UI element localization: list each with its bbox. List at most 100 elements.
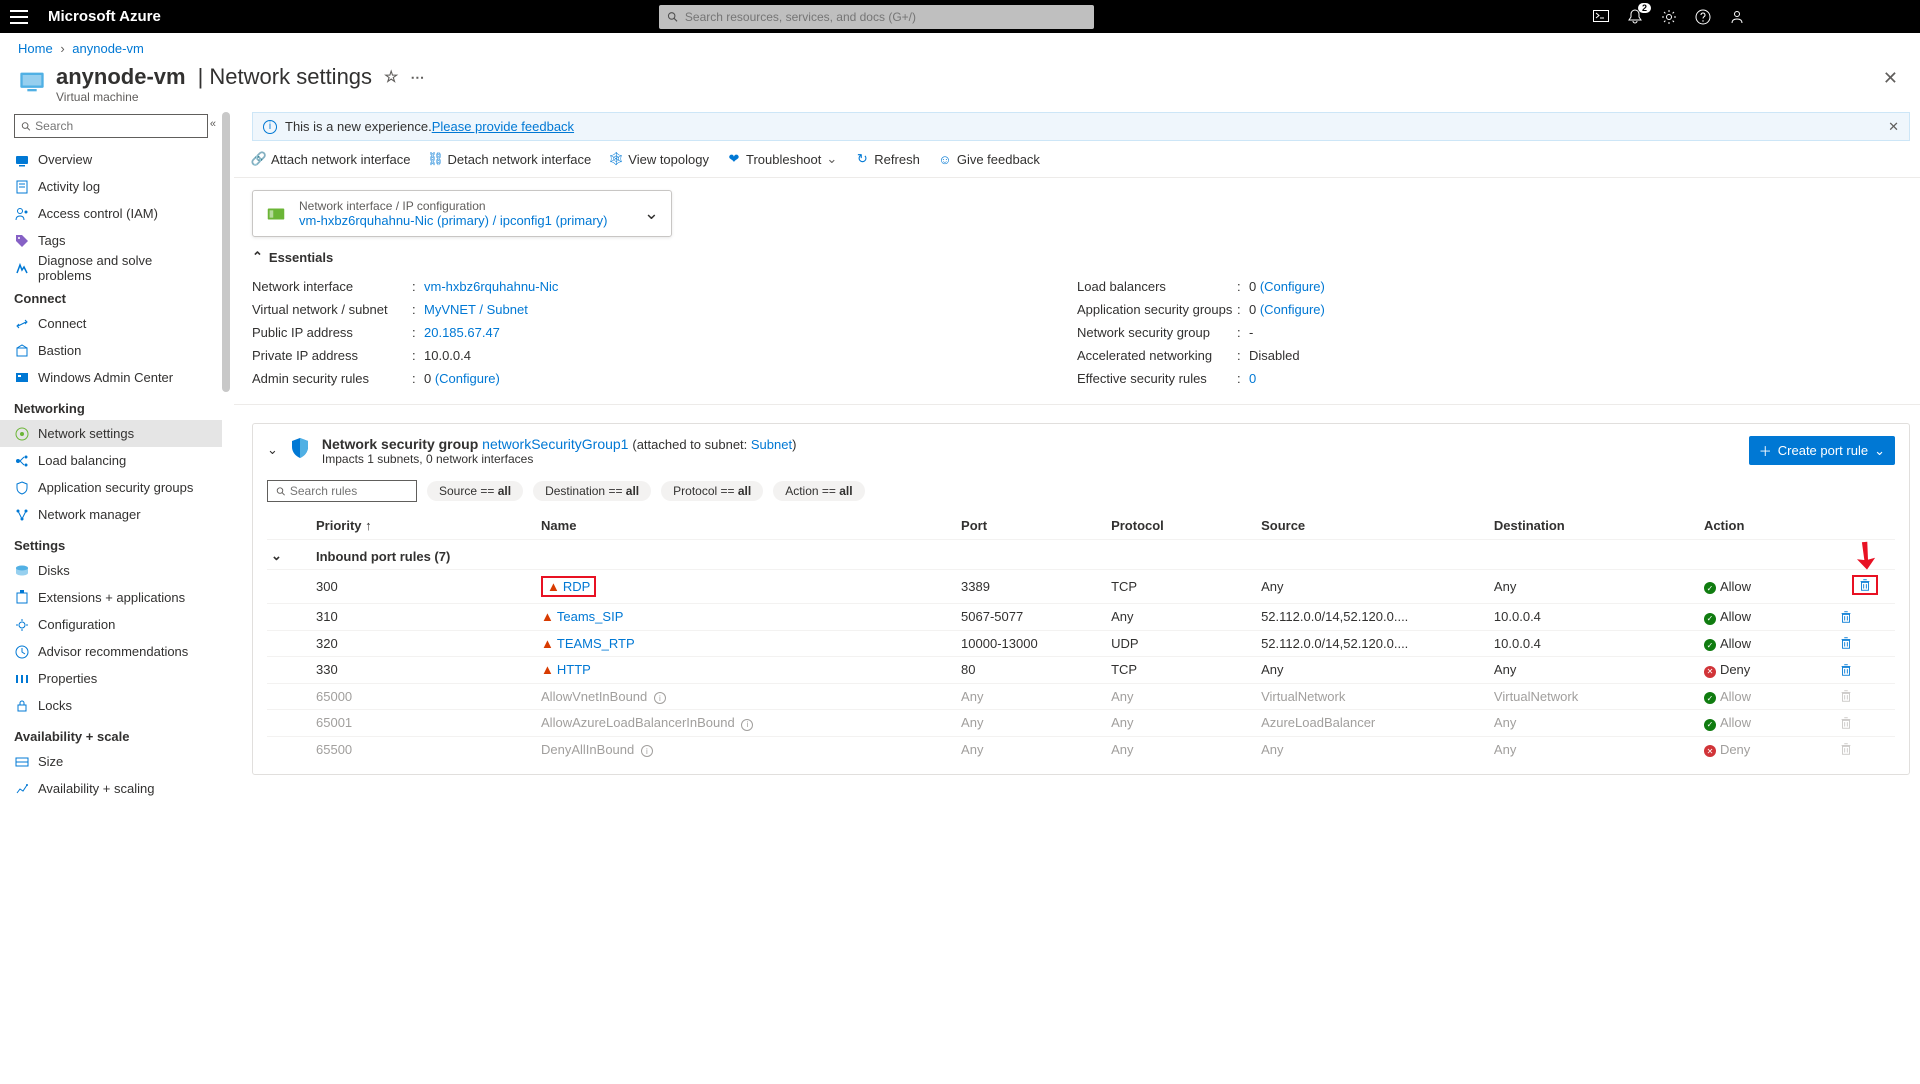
breadcrumb-resource[interactable]: anynode-vm bbox=[72, 41, 144, 56]
filter-destination[interactable]: Destination == all bbox=[533, 481, 651, 501]
inbound-section-header[interactable]: ⌄ Inbound port rules (7) bbox=[267, 540, 1895, 570]
configure-link[interactable]: (Configure) bbox=[435, 371, 500, 386]
collapse-sidebar-icon[interactable]: « bbox=[210, 118, 216, 130]
sidebar-item-network-settings[interactable]: Network settings bbox=[0, 420, 222, 447]
nic-selector[interactable]: Network interface / IP configuration vm-… bbox=[252, 190, 672, 237]
sidebar-item-size[interactable]: Size bbox=[0, 748, 222, 775]
essentials-link[interactable]: MyVNET / Subnet bbox=[424, 302, 528, 317]
rule-row[interactable]: 320▲TEAMS_RTP10000-13000UDP52.112.0.0/14… bbox=[267, 630, 1895, 657]
rule-row[interactable]: 310▲Teams_SIP5067-5077Any52.112.0.0/14,5… bbox=[267, 604, 1895, 631]
close-icon[interactable]: ✕ bbox=[1879, 64, 1902, 93]
rules-search-input[interactable] bbox=[290, 484, 408, 498]
configure-link[interactable]: (Configure) bbox=[1260, 279, 1325, 294]
give-feedback-button[interactable]: ☺Give feedback bbox=[938, 152, 1040, 167]
sidebar-item-availability-scaling[interactable]: Availability + scaling bbox=[0, 775, 222, 802]
banner-close-icon[interactable]: ✕ bbox=[1888, 119, 1899, 135]
chevron-down-icon[interactable]: ⌄ bbox=[267, 442, 278, 458]
rule-name-link[interactable]: Teams_SIP bbox=[557, 609, 623, 624]
topbar-actions: 2 bbox=[1593, 9, 1745, 25]
settings-icon[interactable] bbox=[1661, 9, 1677, 25]
filter-protocol[interactable]: Protocol == all bbox=[661, 481, 763, 501]
rule-name-link[interactable]: RDP bbox=[563, 579, 590, 594]
rule-row[interactable]: 300▲RDP3389TCPAnyAny✓Allow bbox=[267, 570, 1895, 604]
sidebar-scrollbar[interactable] bbox=[222, 112, 230, 392]
sidebar-item-connect[interactable]: Connect bbox=[0, 310, 222, 337]
essentials-link[interactable]: 20.185.67.47 bbox=[424, 325, 500, 340]
detach-nic-button[interactable]: ⛓Detach network interface bbox=[428, 152, 591, 167]
delete-rule-button[interactable] bbox=[1839, 663, 1891, 677]
essentials-link[interactable]: 0 bbox=[1249, 371, 1256, 386]
filter-action[interactable]: Action == all bbox=[773, 481, 864, 501]
sidebar-item-application-security-groups[interactable]: Application security groups bbox=[0, 474, 222, 501]
sidebar-item-bastion[interactable]: Bastion bbox=[0, 337, 222, 364]
col-name[interactable]: Name bbox=[537, 512, 957, 540]
sidebar-item-locks[interactable]: Locks bbox=[0, 692, 222, 719]
menu-icon[interactable] bbox=[10, 10, 28, 24]
sidebar-search-input[interactable] bbox=[35, 119, 201, 133]
sidebar-item-windows-admin-center[interactable]: Windows Admin Center bbox=[0, 364, 222, 391]
col-protocol[interactable]: Protocol bbox=[1107, 512, 1257, 540]
refresh-button[interactable]: ↻Refresh bbox=[855, 152, 920, 167]
account-area[interactable] bbox=[1755, 0, 1910, 33]
cloud-shell-icon[interactable] bbox=[1593, 9, 1609, 25]
col-priority[interactable]: Priority ↑ bbox=[312, 512, 537, 540]
info-icon[interactable]: i bbox=[654, 692, 666, 704]
rule-row[interactable]: 330▲HTTP80TCPAnyAny✕Deny bbox=[267, 657, 1895, 684]
rules-search[interactable] bbox=[267, 480, 417, 502]
delete-rule-button[interactable] bbox=[1839, 610, 1891, 624]
rule-protocol: TCP bbox=[1107, 657, 1257, 684]
sidebar-item-network-manager[interactable]: Network manager bbox=[0, 501, 222, 528]
log-icon bbox=[14, 179, 30, 195]
sidebar-item-advisor-recommendations[interactable]: Advisor recommendations bbox=[0, 638, 222, 665]
info-banner: i This is a new experience. Please provi… bbox=[252, 112, 1910, 141]
global-search-input[interactable] bbox=[685, 10, 1087, 24]
rule-row[interactable]: 65500DenyAllInBound iAnyAnyAnyAny✕Deny bbox=[267, 736, 1895, 762]
more-icon[interactable]: ⋯ bbox=[410, 69, 426, 86]
sidebar-search[interactable] bbox=[14, 114, 208, 138]
nsg-subnet-link[interactable]: Subnet bbox=[751, 437, 792, 452]
rule-name-link[interactable]: TEAMS_RTP bbox=[557, 636, 635, 651]
essentials-link[interactable]: vm-hxbz6rquhahnu-Nic bbox=[424, 279, 558, 294]
troubleshoot-button[interactable]: ❤Troubleshoot ⌄ bbox=[727, 151, 837, 167]
feedback-icon[interactable] bbox=[1729, 9, 1745, 25]
sidebar-item-load-balancing[interactable]: Load balancing bbox=[0, 447, 222, 474]
global-search[interactable] bbox=[659, 5, 1094, 29]
rule-row[interactable]: 65001AllowAzureLoadBalancerInBound iAnyA… bbox=[267, 710, 1895, 737]
sidebar-item-tags[interactable]: Tags bbox=[0, 227, 222, 254]
delete-rule-button bbox=[1839, 716, 1891, 730]
delete-rule-button[interactable] bbox=[1858, 578, 1872, 592]
rule-row[interactable]: 65000AllowVnetInBound iAnyAnyVirtualNetw… bbox=[267, 683, 1895, 710]
rule-name-link[interactable]: HTTP bbox=[557, 662, 591, 677]
delete-rule-button[interactable] bbox=[1839, 636, 1891, 650]
deny-icon: ✕ bbox=[1704, 666, 1716, 678]
breadcrumb-home[interactable]: Home bbox=[18, 41, 53, 56]
filter-source[interactable]: Source == all bbox=[427, 481, 523, 501]
col-destination[interactable]: Destination bbox=[1490, 512, 1700, 540]
create-port-rule-button[interactable]: ＋ Create port rule ⌄ bbox=[1749, 436, 1895, 465]
info-icon[interactable]: i bbox=[741, 719, 753, 731]
view-topology-button[interactable]: 🕸View topology bbox=[609, 152, 709, 167]
notifications-icon[interactable]: 2 bbox=[1627, 9, 1643, 25]
sidebar-item-overview[interactable]: Overview bbox=[0, 146, 222, 173]
sidebar-item-extensions-applications[interactable]: Extensions + applications bbox=[0, 584, 222, 611]
sidebar-item-configuration[interactable]: Configuration bbox=[0, 611, 222, 638]
nsg-name-link[interactable]: networkSecurityGroup1 bbox=[482, 436, 628, 452]
configure-link[interactable]: (Configure) bbox=[1260, 302, 1325, 317]
info-icon[interactable]: i bbox=[641, 745, 653, 757]
sidebar-item-disks[interactable]: Disks bbox=[0, 557, 222, 584]
col-source[interactable]: Source bbox=[1257, 512, 1490, 540]
favorite-icon[interactable]: ☆ bbox=[384, 67, 398, 87]
banner-feedback-link[interactable]: Please provide feedback bbox=[432, 119, 574, 134]
nsg-section: ⌄ Network security group networkSecurity… bbox=[252, 423, 1910, 775]
essentials-row: Private IP address:10.0.0.4 bbox=[252, 344, 1077, 367]
help-icon[interactable] bbox=[1695, 9, 1711, 25]
essentials-toggle[interactable]: ⌃ Essentials bbox=[234, 249, 1920, 265]
col-action[interactable]: Action bbox=[1700, 512, 1835, 540]
sidebar-item-diagnose-and-solve-problems[interactable]: Diagnose and solve problems bbox=[0, 254, 222, 281]
col-port[interactable]: Port bbox=[957, 512, 1107, 540]
sidebar-item-label: Configuration bbox=[38, 617, 115, 632]
sidebar-item-properties[interactable]: Properties bbox=[0, 665, 222, 692]
attach-nic-button[interactable]: 🔗Attach network interface bbox=[252, 152, 410, 167]
sidebar-item-access-control-iam-[interactable]: Access control (IAM) bbox=[0, 200, 222, 227]
sidebar-item-activity-log[interactable]: Activity log bbox=[0, 173, 222, 200]
